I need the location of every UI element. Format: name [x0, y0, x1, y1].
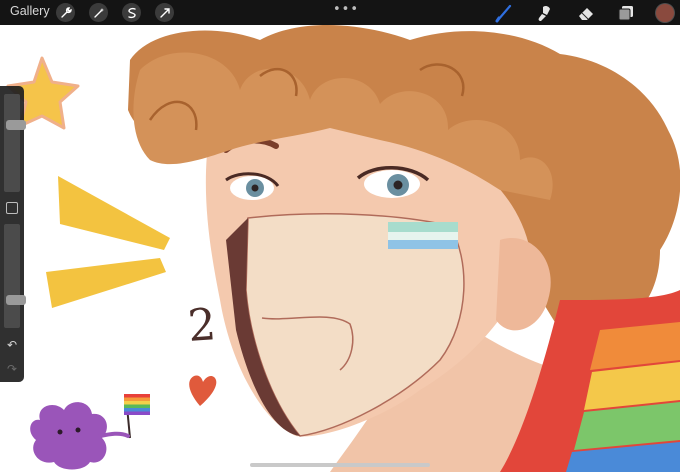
layers-icon: [618, 6, 633, 21]
home-indicator: [250, 463, 430, 467]
more-options-dots[interactable]: •••: [333, 2, 359, 17]
gallery-button[interactable]: Gallery: [10, 4, 50, 18]
undo-icon[interactable]: ↶: [5, 338, 19, 352]
adjustments-button[interactable]: [89, 3, 108, 22]
brush-size-slider[interactable]: [4, 94, 26, 192]
smudge-tool-button[interactable]: [535, 3, 555, 23]
selection-button[interactable]: [122, 3, 141, 22]
transform-button[interactable]: [155, 3, 174, 22]
smudge-icon: [538, 5, 550, 21]
transform-icon: [159, 7, 170, 18]
drawing-canvas[interactable]: [0, 0, 680, 472]
layers-button[interactable]: [616, 3, 636, 23]
brush-opacity-handle[interactable]: [6, 295, 26, 305]
magic-wand-icon: [93, 7, 104, 18]
eraser-icon: [579, 8, 593, 20]
modify-button-icon[interactable]: [6, 202, 18, 214]
eraser-tool-button[interactable]: [576, 3, 596, 23]
numeral-two-doodle: 2: [186, 299, 218, 352]
top-toolbar: Gallery •••: [0, 0, 680, 25]
brush-tool-button[interactable]: [495, 3, 515, 23]
redo-icon[interactable]: ↷: [5, 362, 19, 376]
brush-icon: [495, 4, 512, 23]
left-sidebar: ↶ ↷: [0, 86, 26, 382]
color-picker-button[interactable]: [656, 4, 674, 22]
selection-icon: [127, 7, 136, 18]
wrench-icon: [60, 6, 72, 18]
brush-opacity-slider[interactable]: [4, 224, 26, 328]
brush-size-handle[interactable]: [6, 120, 26, 130]
actions-button[interactable]: [56, 3, 75, 22]
